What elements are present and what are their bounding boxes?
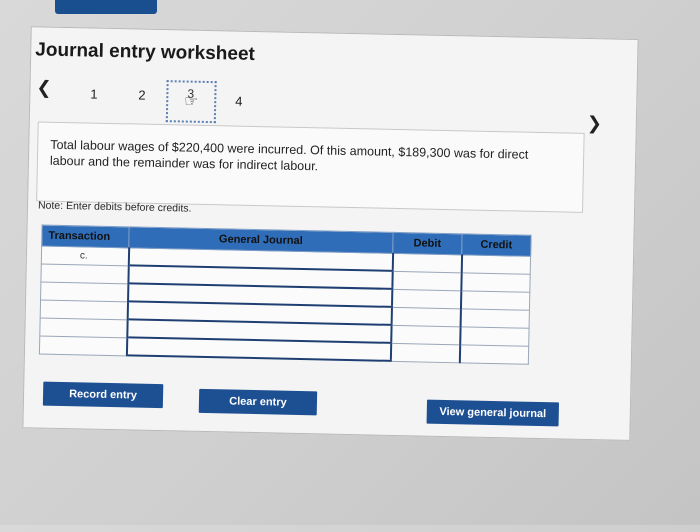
- step-1[interactable]: 1: [90, 87, 98, 102]
- chevron-left-icon[interactable]: ❮: [36, 77, 52, 98]
- transaction-description-box: Total labour wages of $220,400 were incu…: [36, 121, 585, 213]
- transaction-cell: c.: [41, 246, 129, 266]
- debit-input[interactable]: [392, 253, 462, 273]
- clear-entry-button[interactable]: Clear entry: [198, 388, 318, 416]
- worksheet-title: Journal entry worksheet: [35, 39, 256, 65]
- view-general-journal-button[interactable]: View general journal: [426, 399, 560, 427]
- debit-input[interactable]: [391, 288, 461, 309]
- transaction-cell: [39, 317, 128, 338]
- step-3-label: 3: [187, 86, 195, 101]
- debit-input[interactable]: [390, 342, 460, 363]
- chevron-right-icon[interactable]: ❯: [587, 113, 603, 134]
- credit-input[interactable]: [459, 326, 530, 346]
- transaction-cell: [40, 299, 128, 320]
- worksheet-scene: Journal entry worksheet ❮ ❯ 1 2 3 ☞ 4 To…: [0, 0, 700, 532]
- record-entry-button[interactable]: Record entry: [42, 381, 164, 409]
- transaction-cell: [40, 281, 128, 302]
- credit-input[interactable]: [460, 308, 530, 328]
- debit-input[interactable]: [391, 306, 461, 327]
- header-transaction: Transaction: [41, 225, 130, 248]
- transaction-cell: [39, 335, 127, 356]
- transaction-cell: [40, 263, 129, 284]
- debit-input[interactable]: [391, 270, 462, 291]
- header-debit: Debit: [392, 232, 463, 255]
- credit-input[interactable]: [460, 290, 530, 310]
- debit-input[interactable]: [390, 324, 461, 345]
- credit-input[interactable]: [460, 272, 531, 292]
- step-2[interactable]: 2: [138, 88, 146, 103]
- step-4[interactable]: 4: [235, 94, 243, 109]
- step-3-current[interactable]: 3 ☞: [165, 80, 217, 124]
- credit-input[interactable]: [461, 254, 531, 274]
- header-credit: Credit: [461, 233, 532, 257]
- transaction-description: Total labour wages of $220,400 were incu…: [49, 137, 529, 174]
- journal-entry-table: Transaction General Journal Debit Credit…: [39, 225, 532, 365]
- credit-input[interactable]: [459, 344, 529, 364]
